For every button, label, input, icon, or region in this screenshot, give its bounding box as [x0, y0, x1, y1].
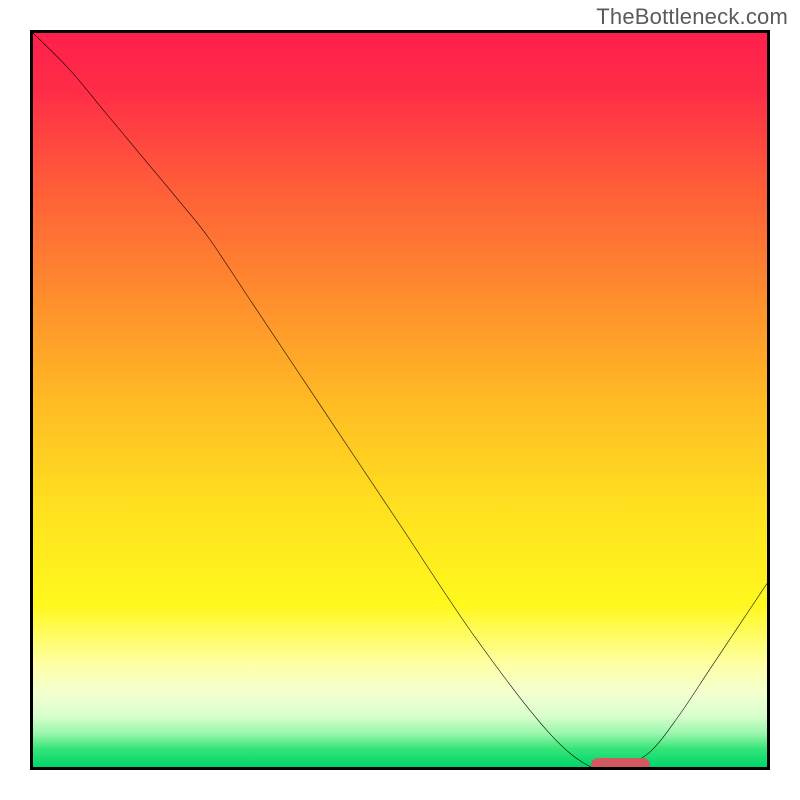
watermark-text: TheBottleneck.com	[596, 4, 788, 30]
chart-frame	[30, 30, 770, 770]
chart-line	[33, 33, 767, 767]
optimal-range-marker	[591, 758, 650, 770]
